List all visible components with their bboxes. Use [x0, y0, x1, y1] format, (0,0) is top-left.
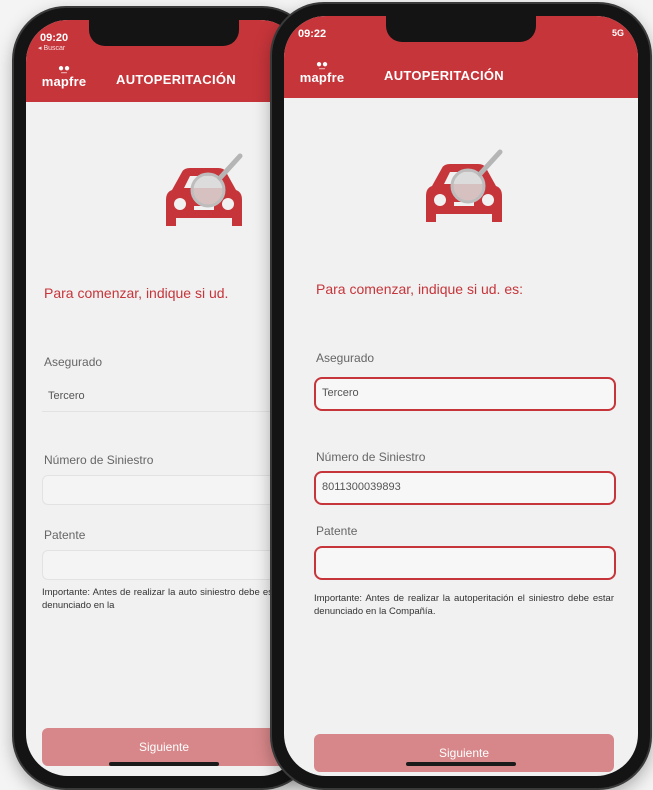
insured-label[interactable]: Asegurado [44, 355, 102, 369]
phone-back: 09:20 ◂ Buscar ●̲● mapfre AUTOPERITACIÓN… [14, 8, 314, 788]
logo-text: mapfre [41, 74, 87, 89]
app-header: ●̲● mapfre AUTOPERITACIÓN [284, 54, 638, 98]
car-inspection-icon [166, 153, 243, 226]
claim-number-label: Número de Siniestro [44, 453, 154, 467]
insured-label[interactable]: Asegurado [316, 351, 374, 365]
status-time: 09:20 [40, 32, 69, 44]
important-note: Importante: Antes de realizar la auto si… [42, 587, 284, 611]
prompt-text: Para comenzar, indique si ud. [44, 285, 229, 301]
prompt-text: Para comenzar, indique si ud. es: [316, 281, 524, 297]
notch [386, 16, 536, 42]
logo-text: mapfre [299, 70, 345, 85]
status-bar: 09:20 ◂ Buscar [26, 20, 302, 58]
status-bar: 09:22 5G [284, 16, 638, 54]
claim-number-label: Número de Siniestro [316, 450, 426, 464]
notch [89, 20, 239, 46]
app-header: ●̲● mapfre AUTOPERITACIÓN [26, 58, 302, 102]
home-indicator [406, 762, 516, 766]
third-party-option[interactable]: Tercero [42, 382, 282, 412]
phone-back-screen: 09:20 ◂ Buscar ●̲● mapfre AUTOPERITACIÓN… [26, 20, 302, 776]
plate-input[interactable] [42, 550, 282, 580]
logo-mark-icon: ●̲● [315, 59, 329, 70]
plate-label: Patente [44, 528, 86, 542]
plate-input[interactable] [314, 546, 616, 580]
page-title: AUTOPERITACIÓN [384, 68, 505, 83]
car-inspection-icon [426, 149, 503, 222]
claim-number-input[interactable]: 8011300039893 [314, 471, 616, 505]
third-party-option[interactable]: Tercero [314, 377, 616, 411]
signal-indicator: 5G [611, 28, 624, 38]
mapfre-logo: ●̲● mapfre [40, 63, 88, 90]
plate-label: Patente [316, 524, 358, 538]
next-button[interactable]: Siguiente [42, 728, 286, 766]
claim-number-input[interactable] [42, 475, 282, 505]
mapfre-logo: ●̲● mapfre [298, 59, 346, 86]
back-to-search-link[interactable]: ◂ Buscar [38, 44, 65, 52]
important-note: Importante: Antes de realizar la autoper… [314, 593, 614, 617]
page-title: AUTOPERITACIÓN [116, 72, 237, 87]
home-indicator [109, 762, 219, 766]
phone-front-screen: 09:22 5G ●̲● mapfre AUTOPERITACIÓN Para … [284, 16, 638, 776]
status-time: 09:22 [298, 28, 327, 40]
next-button[interactable]: Siguiente [314, 734, 614, 772]
phone-front: 09:22 5G ●̲● mapfre AUTOPERITACIÓN Para … [272, 4, 650, 788]
logo-mark-icon: ●̲● [57, 63, 71, 74]
